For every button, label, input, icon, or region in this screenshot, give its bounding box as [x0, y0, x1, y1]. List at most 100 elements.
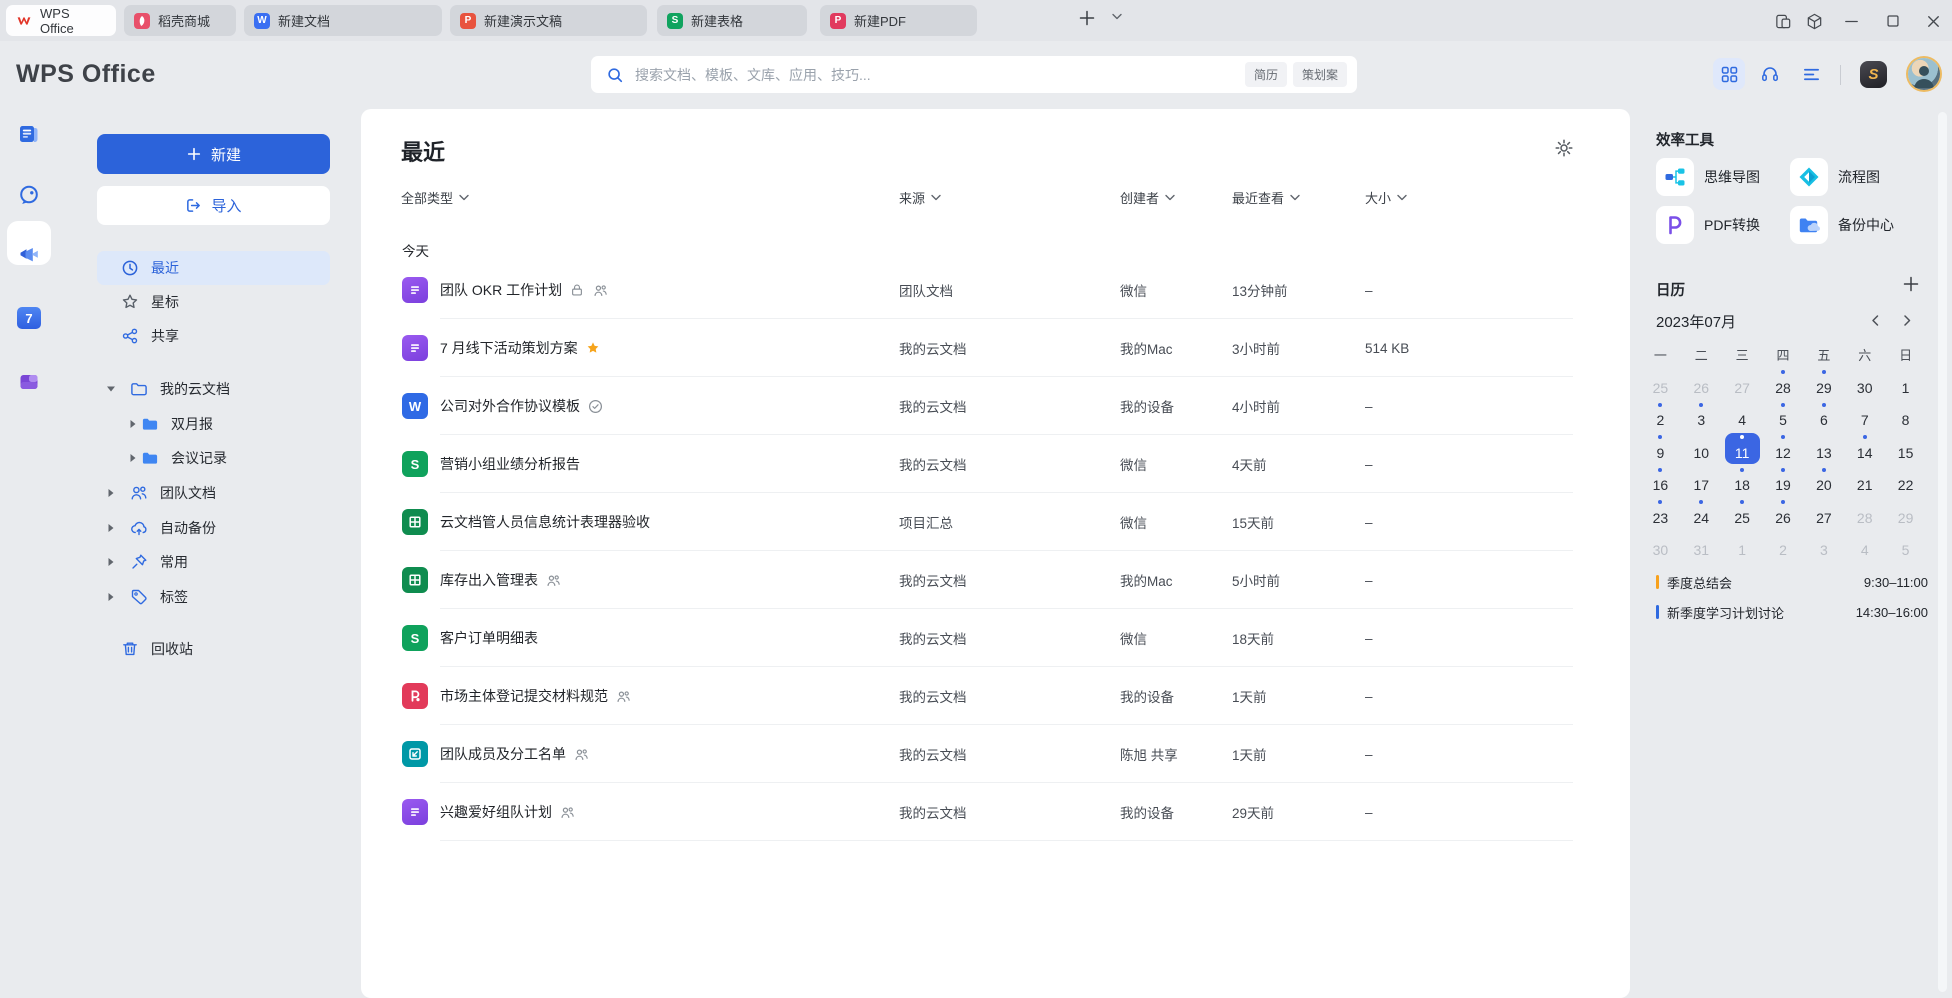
caret-right-icon[interactable] — [103, 554, 119, 570]
calendar-day[interactable]: 9 — [1643, 433, 1678, 464]
tool-2[interactable]: 流程图 — [1790, 158, 1924, 196]
scrollbar-track[interactable] — [1938, 112, 1947, 992]
calendar-day[interactable]: 5 — [1766, 401, 1801, 432]
apps-grid-button[interactable] — [1713, 58, 1745, 90]
file-row[interactable]: 兴趣爱好组队计划我的云文档我的设备29天前– — [361, 783, 1630, 841]
calendar-day[interactable]: 28 — [1766, 368, 1801, 399]
member-badge[interactable]: S — [1860, 61, 1887, 88]
calendar-day[interactable]: 19 — [1766, 466, 1801, 497]
calendar-day[interactable]: 24 — [1684, 498, 1719, 529]
calendar-day[interactable]: 2 — [1643, 401, 1678, 432]
calendar-day[interactable]: 31 — [1684, 531, 1719, 562]
close-button[interactable] — [1922, 10, 1944, 32]
file-row[interactable]: 团队成员及分工名单我的云文档陈旭 共享1天前– — [361, 725, 1630, 783]
calendar-day[interactable]: 14 — [1847, 433, 1882, 464]
sidebar-item-3[interactable]: 共享 — [97, 319, 330, 353]
calendar-event-2[interactable]: 新季度学习计划讨论14:30–16:00 — [1656, 600, 1928, 624]
calendar-day[interactable]: 4 — [1847, 531, 1882, 562]
rail-calendar-icon[interactable]: 7 — [17, 307, 41, 329]
new-document-button[interactable]: 新建 — [97, 134, 330, 174]
calendar-day[interactable]: 25 — [1725, 498, 1760, 529]
calendar-day[interactable]: 16 — [1643, 466, 1678, 497]
filter-4[interactable]: 最近查看 — [1232, 187, 1300, 207]
sidebar-item-5[interactable]: 双月报 — [97, 407, 330, 441]
calendar-day[interactable]: 23 — [1643, 498, 1678, 529]
file-row[interactable]: W公司对外合作协议模板我的云文档我的设备4小时前– — [361, 377, 1630, 435]
maximize-button[interactable] — [1882, 10, 1904, 32]
calendar-day[interactable]: 1 — [1888, 368, 1923, 399]
sidebar-item-9[interactable]: 常用 — [97, 545, 330, 579]
calendar-day[interactable]: 18 — [1725, 466, 1760, 497]
calendar-day[interactable]: 29 — [1888, 498, 1923, 529]
file-row[interactable]: 7 月线下活动策划方案我的云文档我的Mac3小时前514 KB — [361, 319, 1630, 377]
calendar-day[interactable]: 22 — [1888, 466, 1923, 497]
filter-2[interactable]: 来源 — [899, 187, 941, 207]
sidebar-item-11[interactable]: 回收站 — [97, 632, 330, 666]
caret-down-icon[interactable] — [103, 381, 119, 397]
calendar-day[interactable]: 27 — [1725, 368, 1760, 399]
support-headset-button[interactable] — [1754, 58, 1786, 90]
calendar-day[interactable]: 1 — [1725, 531, 1760, 562]
calendar-day[interactable]: 20 — [1806, 466, 1841, 497]
calendar-prev-button[interactable] — [1868, 313, 1884, 329]
caret-right-icon[interactable] — [125, 450, 141, 466]
main-menu-button[interactable] — [1795, 58, 1827, 90]
calendar-day[interactable]: 11 — [1725, 433, 1760, 464]
sidebar-item-7[interactable]: 团队文档 — [97, 476, 330, 510]
calendar-day[interactable]: 2 — [1766, 531, 1801, 562]
calendar-day[interactable]: 5 — [1888, 531, 1923, 562]
sidebar-item-8[interactable]: 自动备份 — [97, 511, 330, 545]
calendar-day[interactable]: 15 — [1888, 433, 1923, 464]
calendar-day[interactable]: 12 — [1766, 433, 1801, 464]
gear-icon[interactable] — [1553, 137, 1577, 161]
calendar-day[interactable]: 6 — [1806, 401, 1841, 432]
caret-right-icon[interactable] — [103, 485, 119, 501]
calendar-day[interactable]: 10 — [1684, 433, 1719, 464]
calendar-day[interactable]: 17 — [1684, 466, 1719, 497]
window-tab-4[interactable]: P新建演示文稿 — [450, 5, 647, 36]
calendar-add-event-button[interactable] — [1902, 275, 1924, 297]
rail-apps-purple-icon[interactable] — [17, 370, 41, 394]
workspace-cube-button[interactable] — [1803, 10, 1825, 32]
rail-meeting-video-icon[interactable] — [17, 244, 41, 268]
caret-right-icon[interactable] — [103, 589, 119, 605]
calendar-day[interactable]: 3 — [1684, 401, 1719, 432]
filter-1[interactable]: 全部类型 — [401, 187, 469, 207]
file-row[interactable]: 库存出入管理表我的云文档我的Mac5小时前– — [361, 551, 1630, 609]
caret-right-icon[interactable] — [103, 520, 119, 536]
calendar-day[interactable]: 27 — [1806, 498, 1841, 529]
calendar-day[interactable]: 26 — [1766, 498, 1801, 529]
calendar-day[interactable]: 25 — [1643, 368, 1678, 399]
caret-right-icon[interactable] — [125, 416, 141, 432]
window-tab-6[interactable]: P新建PDF — [820, 5, 977, 36]
global-search-input[interactable]: 搜索文档、模板、文库、应用、技巧... 简历策划案 — [591, 56, 1357, 93]
calendar-day[interactable]: 30 — [1643, 531, 1678, 562]
sidebar-item-1[interactable]: 最近 — [97, 251, 330, 285]
filter-5[interactable]: 大小 — [1365, 187, 1407, 207]
file-row[interactable]: 市场主体登记提交材料规范我的云文档我的设备1天前– — [361, 667, 1630, 725]
file-row[interactable]: 云文档管人员信息统计表理器验收项目汇总微信15天前– — [361, 493, 1630, 551]
search-tag-1[interactable]: 简历 — [1245, 62, 1287, 87]
sidebar-item-2[interactable]: 星标 — [97, 285, 330, 319]
sidebar-item-10[interactable]: 标签 — [97, 580, 330, 614]
calendar-day[interactable]: 29 — [1806, 368, 1841, 399]
calendar-event-1[interactable]: 季度总结会9:30–11:00 — [1656, 570, 1928, 594]
new-tab-button[interactable] — [1078, 9, 1102, 33]
filter-3[interactable]: 创建者 — [1120, 187, 1175, 207]
window-tab-5[interactable]: S新建表格 — [657, 5, 807, 36]
calendar-day[interactable]: 7 — [1847, 401, 1882, 432]
tool-4[interactable]: 备份中心 — [1790, 206, 1924, 244]
calendar-day[interactable]: 3 — [1806, 531, 1841, 562]
calendar-day[interactable]: 21 — [1847, 466, 1882, 497]
window-tab-1[interactable]: WPS Office — [6, 5, 116, 36]
sidebar-item-4[interactable]: 我的云文档 — [97, 372, 330, 406]
sidebar-item-6[interactable]: 会议记录 — [97, 441, 330, 475]
calendar-day[interactable]: 26 — [1684, 368, 1719, 399]
calendar-day[interactable]: 8 — [1888, 401, 1923, 432]
calendar-day[interactable]: 28 — [1847, 498, 1882, 529]
calendar-day[interactable]: 13 — [1806, 433, 1841, 464]
calendar-day[interactable]: 4 — [1725, 401, 1760, 432]
tool-1[interactable]: 思维导图 — [1656, 158, 1790, 196]
user-avatar[interactable] — [1908, 58, 1940, 90]
file-row[interactable]: 团队 OKR 工作计划团队文档微信13分钟前– — [361, 261, 1630, 319]
